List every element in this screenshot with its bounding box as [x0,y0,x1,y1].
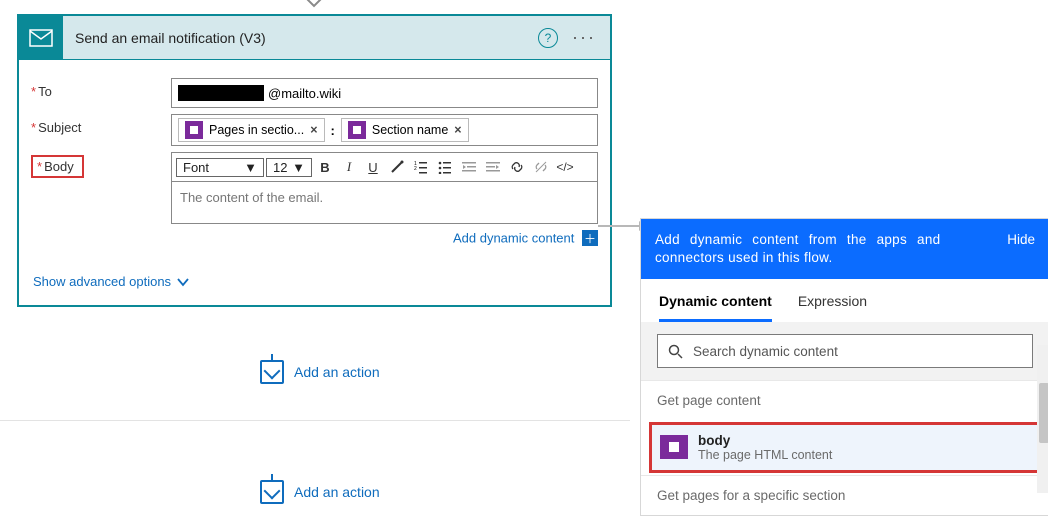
item-description: The page HTML content [698,448,832,462]
tab-dynamic-content[interactable]: Dynamic content [659,293,772,322]
add-dynamic-plus-icon[interactable]: ＋ [582,230,598,246]
card-body: *To @mailto.wiki *Subject Pages in secti… [19,60,610,268]
link-button[interactable] [506,156,528,178]
font-size-select[interactable]: 12▼ [266,158,312,177]
chevron-down-icon [177,277,189,287]
chip-pages-in-section[interactable]: Pages in sectio... × [178,118,325,142]
chip-section-name[interactable]: Section name × [341,118,469,142]
subject-input[interactable]: Pages in sectio... × : Section name × [171,114,598,146]
redacted-email [178,85,264,101]
onenote-icon [660,435,688,459]
flow-divider [0,420,630,421]
onenote-icon [185,121,203,139]
card-header[interactable]: Send an email notification (V3) ? ··· [19,16,610,60]
dynamic-item-body[interactable]: body The page HTML content [649,422,1041,473]
section-get-pages-specific: Get pages for a specific section [641,475,1048,515]
code-view-button[interactable]: </> [554,156,576,178]
search-input[interactable]: Search dynamic content [657,334,1033,368]
subject-label: *Subject [31,114,171,135]
to-label: *To [31,78,171,99]
search-icon [668,344,683,359]
to-input[interactable]: @mailto.wiki [171,78,598,108]
bold-button[interactable]: B [314,156,336,178]
help-icon[interactable]: ? [538,28,558,48]
body-label-highlight: *Body [31,155,84,178]
add-action-icon [260,360,284,384]
panel-tabs: Dynamic content Expression [641,279,1048,322]
scrollbar[interactable] [1037,345,1048,493]
add-action-button[interactable]: Add an action [260,480,380,504]
flow-arrow-down-icon [302,0,326,10]
numbered-list-button[interactable]: 12 [410,156,432,178]
callout-pointer [598,225,640,227]
chip-remove-icon[interactable]: × [454,123,461,137]
body-label-wrapper: *Body [31,152,171,178]
font-select[interactable]: Font▼ [176,158,264,177]
card-menu-button[interactable]: ··· [572,27,596,48]
tab-expression[interactable]: Expression [798,293,867,322]
mail-icon [19,16,63,60]
add-dynamic-content-link[interactable]: Add dynamic content [453,231,574,246]
scrollbar-thumb[interactable] [1039,383,1048,443]
card-title: Send an email notification (V3) [63,30,538,46]
search-placeholder: Search dynamic content [693,344,838,359]
dynamic-content-panel: Adddynamiccontentfromtheappsand connecto… [640,218,1048,516]
color-button[interactable] [386,156,408,178]
italic-button[interactable]: I [338,156,360,178]
add-action-button[interactable]: Add an action [260,360,380,384]
body-editor[interactable]: The content of the email. [171,182,598,224]
bullet-list-button[interactable] [434,156,456,178]
email-action-card: Send an email notification (V3) ? ··· *T… [17,14,612,307]
show-advanced-options[interactable]: Show advanced options [19,268,203,305]
chip-remove-icon[interactable]: × [310,123,317,137]
underline-button[interactable]: U [362,156,384,178]
section-get-page-content: Get page content [641,380,1048,420]
to-suffix: @mailto.wiki [268,86,341,101]
onenote-icon [348,121,366,139]
hide-panel-link[interactable]: Hide [1007,231,1035,267]
unlink-button[interactable] [530,156,552,178]
add-action-icon [260,480,284,504]
panel-header: Adddynamiccontentfromtheappsand connecto… [641,219,1048,279]
item-name: body [698,433,832,448]
svg-text:2: 2 [414,166,417,172]
indent-button[interactable] [482,156,504,178]
outdent-button[interactable] [458,156,480,178]
rich-text-toolbar: Font▼ 12▼ B I U 12 </> [171,152,598,182]
chip-separator: : [329,123,337,138]
